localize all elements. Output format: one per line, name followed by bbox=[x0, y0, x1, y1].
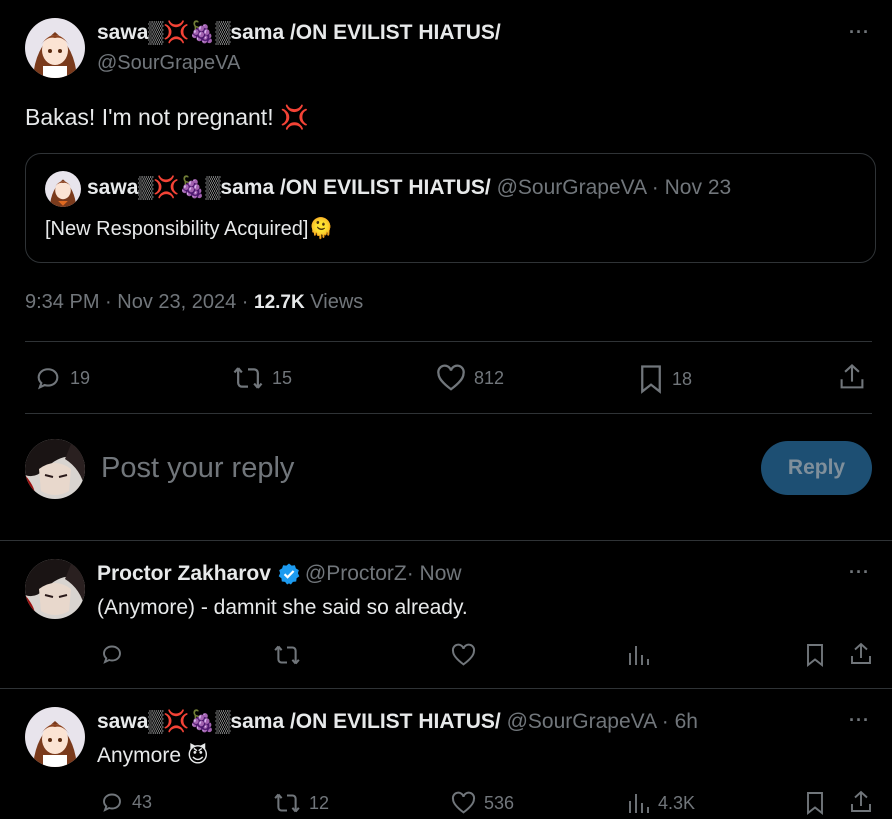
bookmark-button[interactable] bbox=[805, 642, 825, 668]
share-icon bbox=[851, 642, 871, 664]
reply-handle[interactable]: @SourGrapeVA bbox=[507, 710, 656, 733]
quoted-handle: @SourGrapeVA bbox=[496, 176, 646, 199]
author-display-name[interactable]: sawa▒💢🍇▒sama /ON EVILIST HIATUS/ bbox=[97, 21, 501, 45]
reply-submit-button[interactable]: Reply bbox=[761, 441, 872, 495]
tweet-timestamp[interactable]: 9:34 PM · Nov 23, 2024 · bbox=[25, 291, 254, 313]
bookmark-icon bbox=[807, 644, 823, 667]
views-label: Views bbox=[304, 291, 364, 313]
author-avatar[interactable] bbox=[25, 18, 85, 78]
verified-icon bbox=[278, 563, 300, 585]
bookmark-count: 18 bbox=[672, 368, 693, 389]
views-count: 4.3K bbox=[658, 792, 696, 813]
share-button[interactable] bbox=[838, 362, 866, 392]
views-icon bbox=[629, 646, 649, 665]
repost-count: 15 bbox=[272, 367, 293, 388]
bookmark-icon bbox=[641, 365, 661, 394]
like-icon bbox=[437, 364, 465, 391]
repost-icon bbox=[274, 645, 300, 665]
reply-icon bbox=[37, 368, 59, 390]
current-user-avatar[interactable] bbox=[25, 439, 85, 499]
views-icon bbox=[629, 794, 649, 813]
reply-time[interactable]: · 6h bbox=[656, 710, 698, 733]
like-button[interactable]: 812 bbox=[436, 364, 504, 392]
divider bbox=[25, 341, 872, 342]
quoted-date: Nov 23 bbox=[664, 176, 732, 199]
reply-display-name[interactable]: sawa▒💢🍇▒sama /ON EVILIST HIATUS/ bbox=[97, 710, 501, 733]
reply-avatar[interactable] bbox=[25, 707, 85, 767]
views-button[interactable]: 4.3K bbox=[628, 791, 695, 815]
reply-input[interactable]: Post your reply bbox=[101, 452, 741, 485]
repost-count: 12 bbox=[309, 792, 330, 813]
tweet-text: Bakas! I'm not pregnant! 💢 bbox=[25, 104, 309, 130]
repost-button[interactable]: 12 bbox=[273, 791, 329, 815]
share-button[interactable] bbox=[849, 641, 873, 667]
more-icon[interactable]: ··· bbox=[849, 562, 870, 583]
quoted-dot: · bbox=[651, 176, 659, 199]
reply-count: 43 bbox=[132, 791, 153, 812]
like-button[interactable] bbox=[451, 643, 484, 667]
reply-button[interactable] bbox=[100, 642, 132, 666]
reply-button[interactable]: 19 bbox=[34, 364, 90, 392]
share-icon bbox=[840, 364, 864, 389]
share-button[interactable] bbox=[849, 789, 873, 815]
like-count: 812 bbox=[474, 367, 505, 388]
reply-text: (Anymore) - damnit she said so already. bbox=[97, 596, 468, 619]
views-count: 12.7K bbox=[254, 292, 305, 313]
more-icon[interactable]: ··· bbox=[849, 710, 870, 731]
divider bbox=[0, 688, 892, 689]
reply-icon bbox=[103, 793, 121, 812]
reply-button[interactable]: 43 bbox=[100, 790, 152, 814]
share-icon bbox=[851, 790, 871, 812]
quoted-avatar bbox=[45, 171, 81, 207]
author-handle[interactable]: @SourGrapeVA bbox=[97, 52, 240, 75]
quoted-display-name: sawa▒💢🍇▒sama /ON EVILIST HIATUS/ bbox=[87, 176, 491, 199]
like-count: 536 bbox=[484, 792, 515, 813]
divider bbox=[0, 540, 892, 541]
reply-display-name[interactable]: Proctor Zakharov bbox=[97, 562, 271, 586]
divider bbox=[25, 413, 872, 414]
bookmark-button[interactable] bbox=[805, 790, 825, 816]
quoted-tweet[interactable]: sawa▒💢🍇▒sama /ON EVILIST HIATUS/ @SourGr… bbox=[25, 153, 876, 263]
quoted-text: [New Responsibility Acquired]🫠 bbox=[45, 218, 334, 240]
views-button[interactable] bbox=[628, 643, 658, 667]
reply-count: 19 bbox=[70, 367, 91, 388]
like-button[interactable]: 536 bbox=[451, 791, 514, 815]
like-icon bbox=[451, 791, 476, 814]
more-icon[interactable]: ··· bbox=[849, 22, 870, 43]
repost-button[interactable] bbox=[273, 643, 309, 667]
bookmark-icon bbox=[807, 792, 823, 815]
reply-text: Anymore 😈 bbox=[97, 744, 209, 767]
repost-icon bbox=[274, 793, 300, 813]
repost-icon bbox=[233, 367, 263, 389]
reply-avatar[interactable] bbox=[25, 559, 85, 619]
repost-button[interactable]: 15 bbox=[232, 364, 292, 392]
reply-time[interactable]: · Now bbox=[407, 562, 462, 586]
reply-icon bbox=[103, 645, 121, 664]
reply-handle[interactable]: @ProctorZ bbox=[305, 562, 407, 586]
like-icon bbox=[451, 643, 476, 666]
bookmark-button[interactable]: 18 bbox=[638, 364, 692, 394]
